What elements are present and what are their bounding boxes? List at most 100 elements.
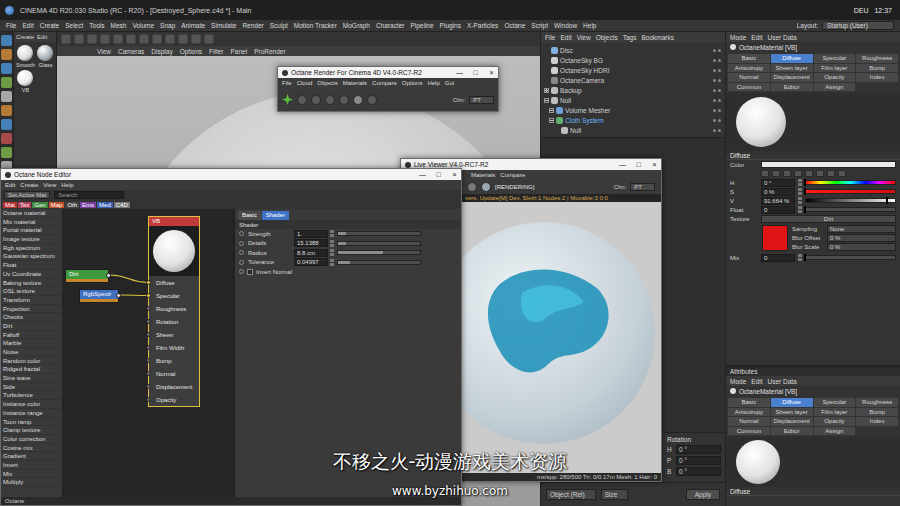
window-control[interactable]: × [648,161,661,168]
window-control[interactable]: □ [632,161,645,168]
menu-item[interactable]: Simulate [211,22,236,29]
node-type-item[interactable]: Clamp texture [1,426,62,435]
coordinate-field[interactable]: 0 ° [676,467,721,476]
render-control-icon[interactable] [339,95,349,105]
coordinate-field[interactable]: 0 ° [676,456,721,465]
render-control-icon[interactable] [467,182,477,192]
color-mode-icon[interactable] [783,170,791,177]
menu-item[interactable]: Materials [471,172,495,178]
visibility-dot-icon[interactable] [713,119,716,122]
slider-track[interactable] [337,231,421,236]
object-row[interactable]: Volume Mesher [541,105,725,115]
menu-item[interactable]: Compare [500,172,525,178]
octane-star-icon[interactable] [282,94,293,105]
menu-item[interactable]: ProRender [254,48,285,55]
visibility-dot-icon[interactable] [713,49,716,52]
menu-item[interactable]: View [43,182,56,188]
graph-node[interactable]: VBDiffuseSpecularRoughnessRotationSheenF… [148,216,200,407]
node-link[interactable] [120,294,148,296]
spinner-icon[interactable] [330,249,334,256]
input-pin[interactable]: Bump [149,354,199,367]
visibility-dot-icon[interactable] [718,109,721,112]
menu-item[interactable]: Edit [751,378,762,385]
search-field[interactable]: Search [54,191,124,199]
coordinate-mode-dropdown[interactable]: Object (Rel) [546,489,596,500]
visibility-dot-icon[interactable] [718,79,721,82]
render-control-icon[interactable] [311,95,321,105]
toolbar-icon[interactable] [61,34,71,44]
value-field[interactable]: 0 [761,206,795,214]
visibility-dot-icon[interactable] [713,69,716,72]
tool-icon[interactable] [1,147,12,158]
menu-item[interactable]: Filter [209,48,223,55]
node-type-item[interactable]: Rgb spectrum [1,244,62,253]
property-value[interactable]: 0.04997 [294,258,328,266]
node-type-item[interactable]: Gradient [1,452,62,461]
expand-toggle-icon[interactable] [544,98,549,103]
node-type-item[interactable]: Cosine mix [1,444,62,453]
menu-item[interactable]: Tools [89,22,104,29]
slider-handle[interactable] [804,254,806,261]
color-mode-icon[interactable] [772,170,780,177]
coordinate-mode-dropdown[interactable]: Size [601,489,629,500]
node-type-item[interactable]: Portal material [1,226,62,235]
menu-item[interactable]: Panel [231,48,248,55]
category-tab[interactable]: Tex [18,202,31,208]
menu-item[interactable]: Help [583,22,596,29]
spinner-icon[interactable] [330,259,334,266]
slider-track[interactable] [805,207,896,212]
menu-item[interactable]: Cloud [297,80,313,86]
menu-item[interactable]: Edit [560,34,571,41]
color-mode-icon[interactable] [838,170,846,177]
attribute-tab[interactable]: Diffuse [771,54,813,63]
menu-item[interactable]: Help [61,182,73,188]
node-type-item[interactable]: Mix [1,470,62,479]
slider-handle[interactable] [804,206,806,213]
node-type-item[interactable]: Dirt [1,322,62,331]
attribute-tab[interactable]: Displacement [771,73,813,82]
tool-icon[interactable] [1,63,12,74]
visibility-dot-icon[interactable] [718,119,721,122]
window-control[interactable]: □ [469,69,482,76]
menu-item[interactable]: Script [531,22,548,29]
menu-item[interactable]: Character [376,22,405,29]
window-control[interactable]: □ [432,171,445,178]
attribute-tab[interactable]: Normal [728,73,770,82]
property-value[interactable]: 15.1388 [294,239,328,247]
channel-dropdown[interactable]: PT [630,183,655,191]
toolbar-icon[interactable] [178,34,188,44]
attribute-tab[interactable]: Editor [771,427,813,436]
window-control[interactable]: × [448,171,461,178]
node-type-item[interactable]: Ridged fractal [1,365,62,374]
menu-item[interactable]: Tags [623,34,637,41]
node-type-item[interactable]: Noise [1,348,62,357]
attribute-tab[interactable]: Anisotropy [728,64,770,73]
node-type-item[interactable]: Instance range [1,409,62,418]
menu-item[interactable]: X-Particles [467,22,498,29]
slider-handle[interactable] [804,179,806,186]
node-type-item[interactable]: Image texture [1,235,62,244]
value-field[interactable]: 0 % [761,188,795,196]
attribute-tab[interactable]: Specular [814,54,856,63]
attribute-tab[interactable]: Common [728,427,770,436]
category-tab[interactable]: Oth [65,202,79,208]
attribute-tab[interactable]: Sheen layer [771,64,813,73]
toolbar-icon[interactable] [165,34,175,44]
menu-item[interactable]: Materials [343,80,367,86]
category-tab[interactable]: Mat [3,202,17,208]
spinner-icon[interactable] [798,206,802,213]
node-type-item[interactable]: Checks [1,313,62,322]
visibility-dot-icon[interactable] [718,49,721,52]
menu-item[interactable]: Pipeline [410,22,433,29]
object-row[interactable]: OctaneSky HDRI [541,65,725,75]
texture-button[interactable]: Dirt [761,215,896,223]
node-type-item[interactable]: Projection [1,305,62,314]
render-control-icon[interactable] [325,95,335,105]
menu-item[interactable]: Render [242,22,263,29]
material-swatch[interactable]: VB [16,70,35,93]
tool-icon[interactable] [1,49,12,60]
animate-icon[interactable] [239,250,244,255]
menu-item[interactable]: Edit [5,182,15,188]
visibility-dot-icon[interactable] [718,69,721,72]
output-pin-icon[interactable] [106,273,111,278]
